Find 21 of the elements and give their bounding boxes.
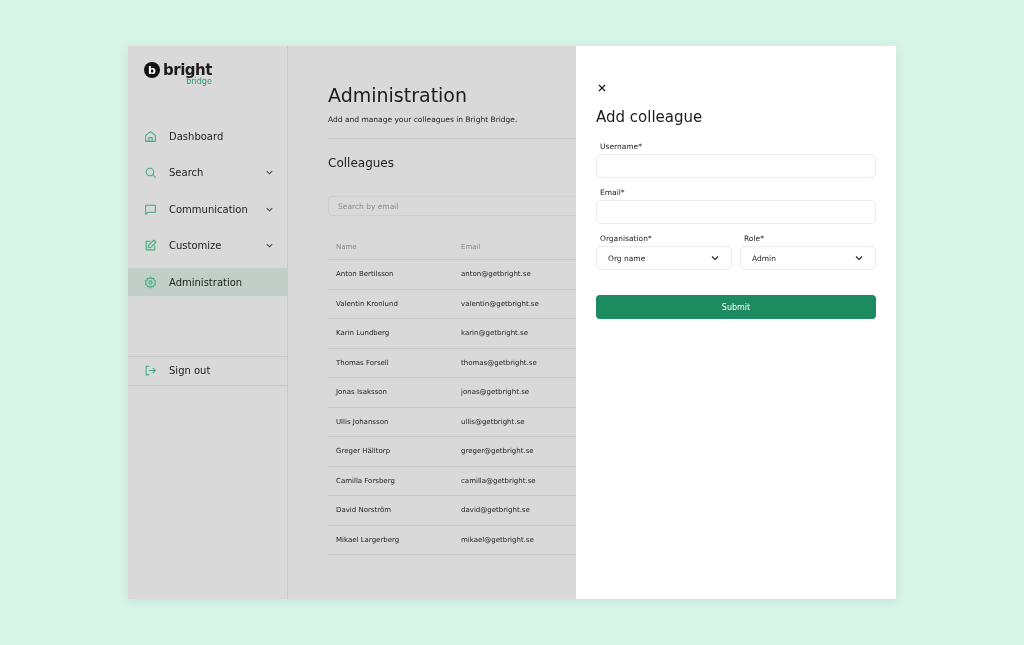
close-icon [596, 82, 608, 94]
edit-icon [144, 239, 157, 252]
home-icon [144, 129, 157, 143]
nav-item[interactable]: Customize [128, 231, 287, 260]
settings-icon [144, 275, 157, 289]
close-button[interactable] [596, 82, 608, 94]
logo-subtitle: bridge [186, 78, 212, 85]
nav-item[interactable]: Administration [128, 268, 287, 296]
chat-icon [144, 202, 157, 216]
sign-out-icon [144, 364, 157, 377]
logo-name: bright [163, 62, 212, 78]
sign-out-button[interactable]: Sign out [128, 355, 287, 386]
nav-item[interactable]: Communication [128, 195, 287, 223]
nav-item[interactable]: Dashboard [128, 122, 287, 150]
search-icon [144, 166, 157, 179]
page-title: Administration [328, 84, 469, 106]
section-title: Colleagues [328, 156, 395, 170]
submit-button[interactable]: Submit [596, 295, 876, 319]
panel-title: Add colleague [596, 108, 704, 126]
logo-icon: b [144, 62, 160, 78]
nav-item[interactable]: Search [128, 158, 287, 187]
